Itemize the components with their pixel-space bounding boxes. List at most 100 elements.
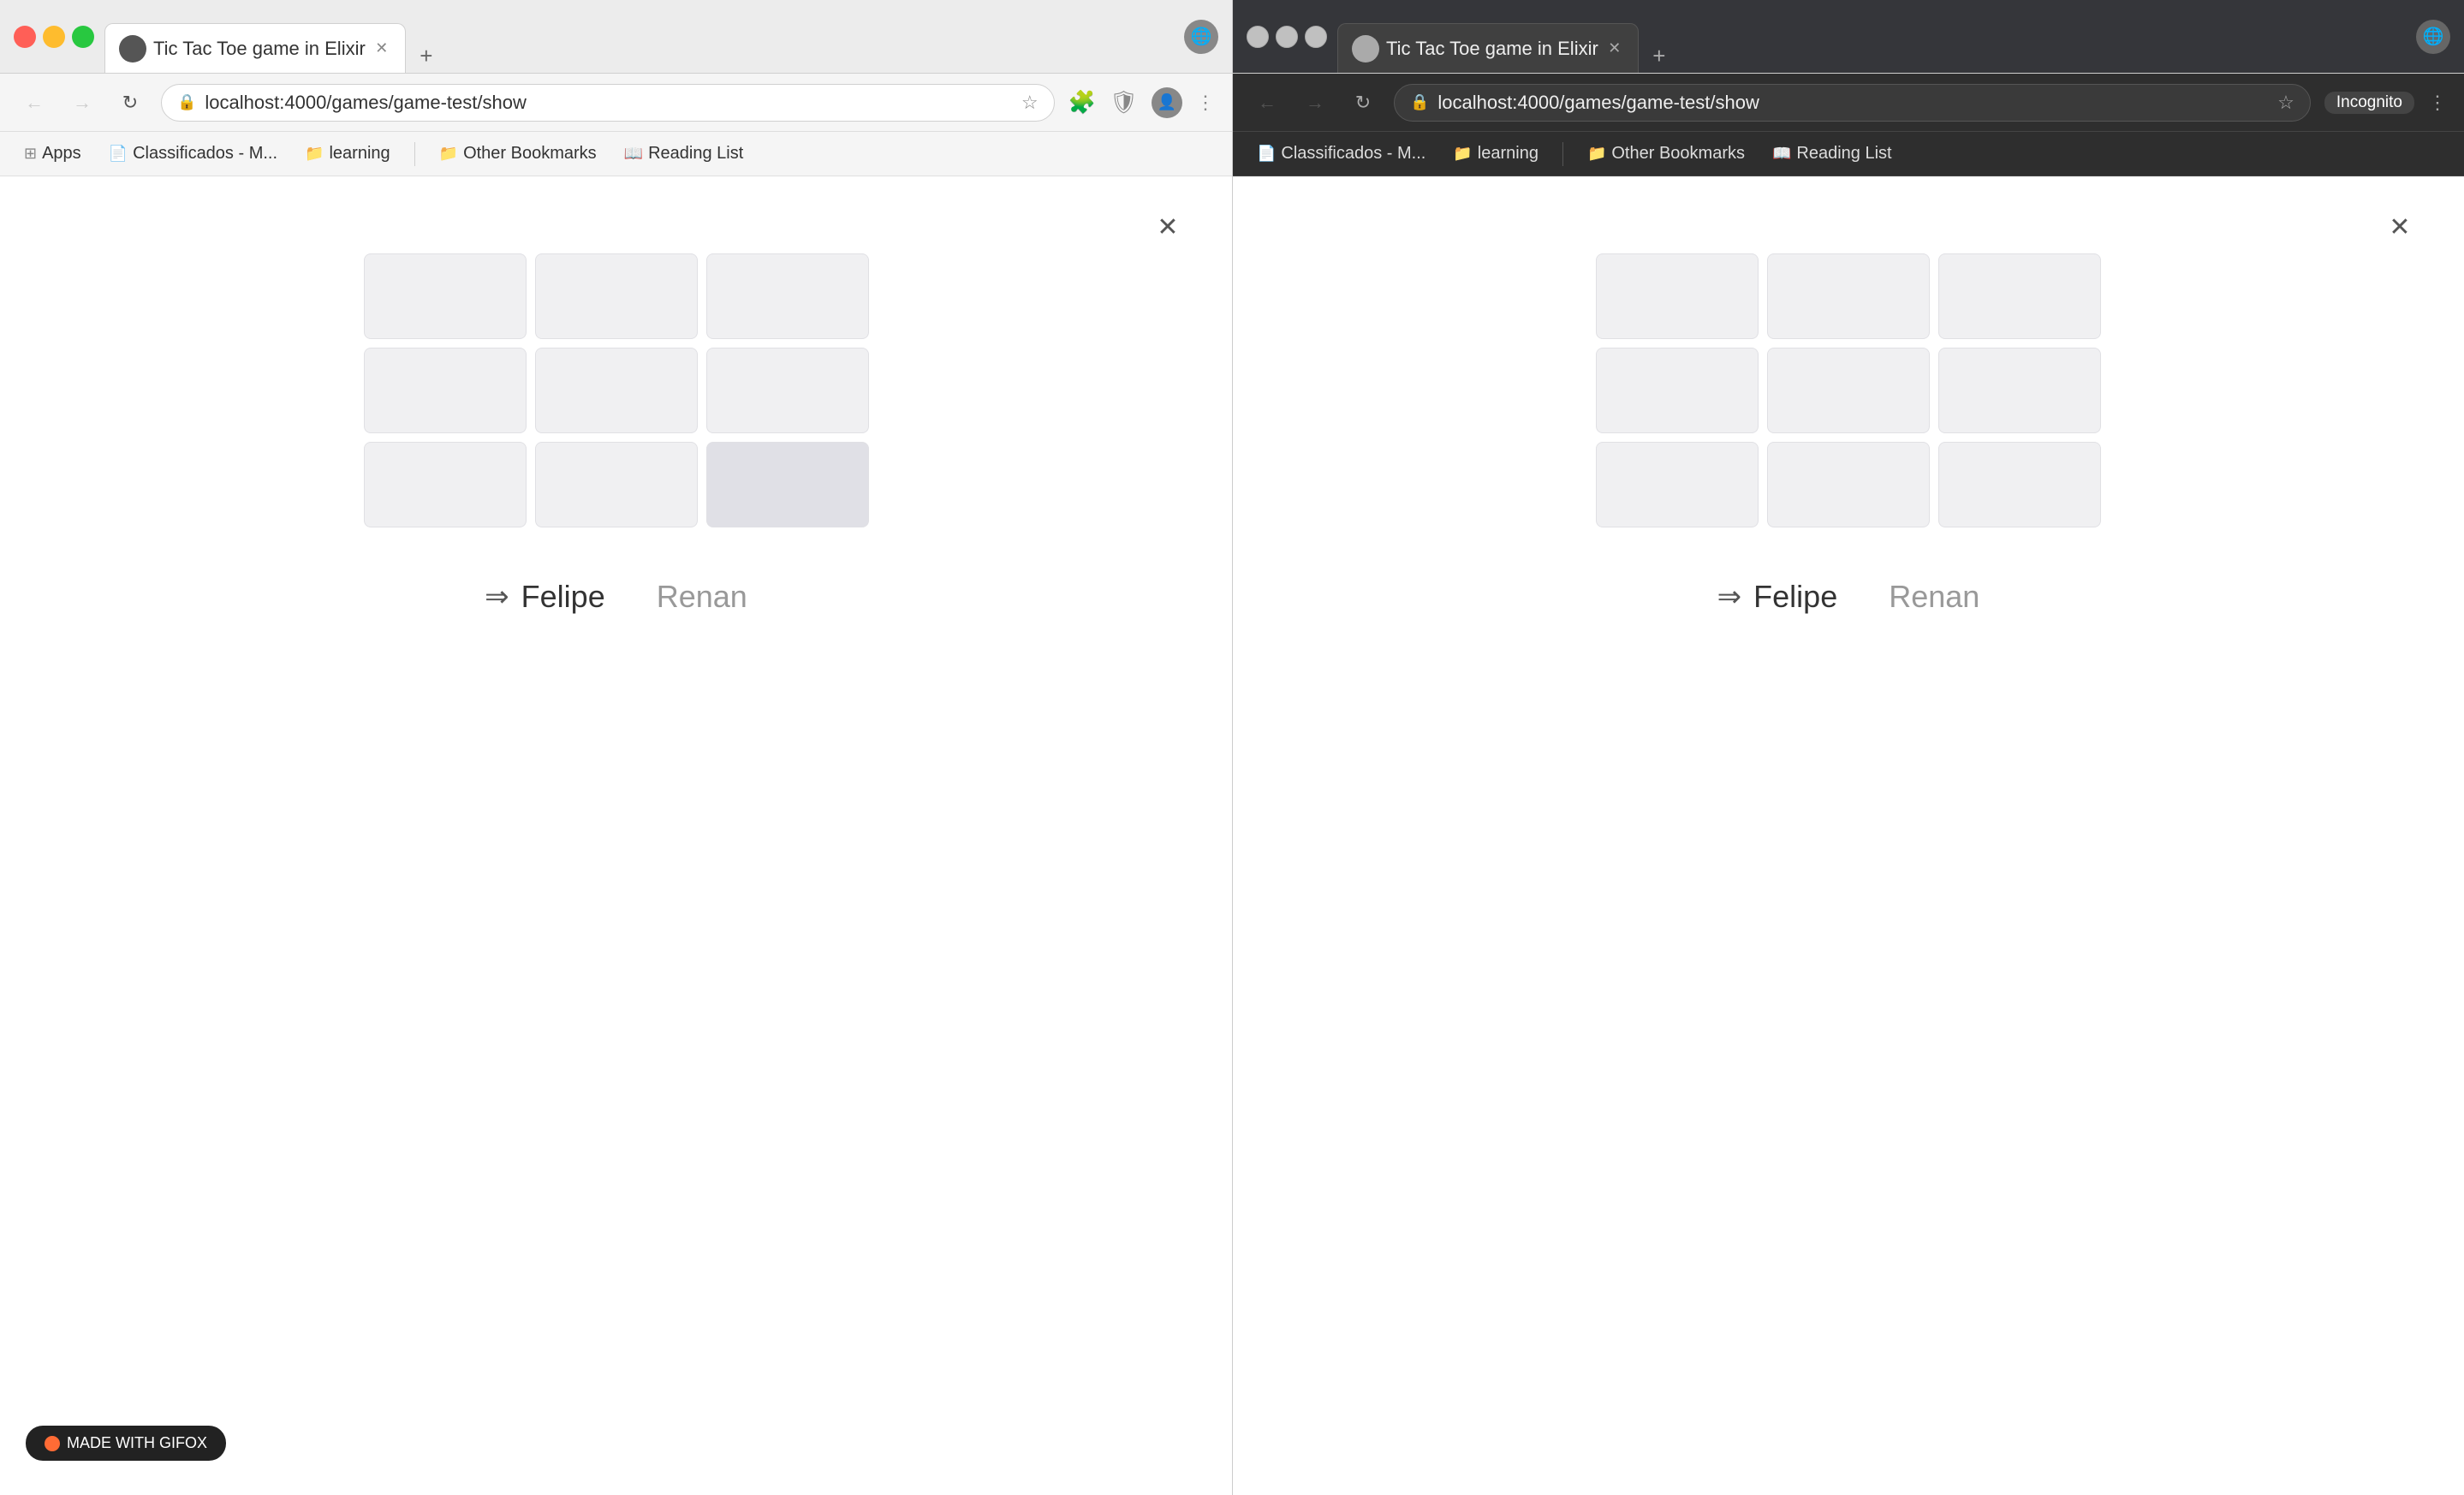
menu-icon-left[interactable]: ⋮ <box>1196 92 1215 114</box>
lock-icon-left: 🔒 <box>177 93 196 111</box>
ttt-cell-2-left[interactable] <box>706 253 869 339</box>
classificados-icon: 📄 <box>109 145 128 163</box>
other-player-name-left: Renan <box>657 579 747 615</box>
maximize-traffic-light[interactable] <box>72 26 94 48</box>
bookmark-reading-label-left: Reading List <box>648 144 743 164</box>
current-player-name-left: Felipe <box>521 579 605 615</box>
title-bar-left: Tic Tac Toe game in Elixir ✕ + 🌐 <box>0 0 1232 74</box>
refresh-button-right[interactable]: ↻ <box>1346 86 1380 120</box>
active-tab-right[interactable]: Tic Tac Toe game in Elixir ✕ <box>1337 23 1639 73</box>
reading-list-icon-right: 📖 <box>1772 145 1791 163</box>
bookmark-other-left[interactable]: 📁 Other Bookmarks <box>432 140 604 167</box>
game-area-right: ⇒ Felipe Renan <box>1233 176 2464 1495</box>
bookmark-star-right[interactable]: ☆ <box>2277 92 2294 114</box>
current-player-right: ⇒ Felipe <box>1717 579 1838 615</box>
bookmark-apps[interactable]: ⊞ Apps <box>17 140 88 167</box>
other-player-name-right: Renan <box>1889 579 1979 615</box>
incognito-badge: Incognito <box>2324 92 2414 114</box>
current-player-arrow-right: ⇒ <box>1717 580 1742 614</box>
close-traffic-light-right[interactable] <box>1247 26 1269 48</box>
forward-button-right[interactable]: → <box>1298 86 1332 120</box>
bookmark-reading-left[interactable]: 📖 Reading List <box>617 140 751 167</box>
bookmark-other-right[interactable]: 📁 Other Bookmarks <box>1580 140 1752 167</box>
address-field-left[interactable]: 🔒 localhost:4000/games/game-test/show ☆ <box>161 84 1055 122</box>
ttt-cell-4-left[interactable] <box>535 348 698 433</box>
address-field-right[interactable]: 🔒 localhost:4000/games/game-test/show ☆ <box>1394 84 2311 122</box>
bookmark-reading-right[interactable]: 📖 Reading List <box>1765 140 1899 167</box>
ttt-cell-0-left[interactable] <box>364 253 527 339</box>
bookmark-apps-label: Apps <box>42 144 81 164</box>
learning-icon: 📁 <box>305 145 324 163</box>
bookmark-reading-label-right: Reading List <box>1796 144 1891 164</box>
tab-title-right: Tic Tac Toe game in Elixir <box>1386 38 1598 60</box>
bookmark-classificados-label-right: Classificados - M... <box>1281 144 1425 164</box>
ttt-cell-8-left[interactable] <box>706 442 869 527</box>
lock-icon-right: 🔒 <box>1410 93 1429 111</box>
bookmark-other-label-left: Other Bookmarks <box>463 144 597 164</box>
bookmarks-separator-right <box>1562 142 1563 166</box>
page-close-button-right[interactable]: ✕ <box>2378 205 2421 248</box>
classificados-icon-right: 📄 <box>1257 145 1276 163</box>
forward-button-left[interactable]: → <box>65 86 99 120</box>
close-traffic-light[interactable] <box>14 26 36 48</box>
ttt-cell-5-right[interactable] <box>1938 348 2101 433</box>
page-close-button-left[interactable]: ✕ <box>1146 205 1189 248</box>
bookmark-classificados[interactable]: 📄 Classificados - M... <box>102 140 284 167</box>
minimize-traffic-light-right[interactable] <box>1276 26 1298 48</box>
tab-close-right[interactable]: ✕ <box>1605 39 1624 58</box>
ttt-cell-8-right[interactable] <box>1938 442 2101 527</box>
left-browser-window: Tic Tac Toe game in Elixir ✕ + 🌐 ← → ↻ 🔒… <box>0 0 1233 1495</box>
ttt-cell-3-right[interactable] <box>1596 348 1759 433</box>
ttt-cell-6-left[interactable] <box>364 442 527 527</box>
reading-list-icon-left: 📖 <box>624 145 643 163</box>
apps-icon: ⊞ <box>24 145 37 163</box>
bookmark-learning[interactable]: 📁 learning <box>298 140 397 167</box>
url-text-right: localhost:4000/games/game-test/show <box>1437 92 2269 114</box>
ttt-cell-3-left[interactable] <box>364 348 527 433</box>
bookmark-learning-right[interactable]: 📁 learning <box>1446 140 1545 167</box>
page-content-right: ✕ ⇒ Felipe Renan <box>1233 176 2464 1495</box>
ttt-cell-5-left[interactable] <box>706 348 869 433</box>
current-player-left: ⇒ Felipe <box>485 579 605 615</box>
ttt-cell-4-right[interactable] <box>1767 348 1930 433</box>
ttt-cell-7-left[interactable] <box>535 442 698 527</box>
ttt-cell-7-right[interactable] <box>1767 442 1930 527</box>
avatar-left[interactable]: 👤 <box>1152 87 1182 118</box>
traffic-lights-right <box>1247 26 1327 48</box>
title-bar-right: Tic Tac Toe game in Elixir ✕ + 🌐 <box>1233 0 2464 74</box>
address-bar-left: ← → ↻ 🔒 localhost:4000/games/game-test/s… <box>0 74 1232 132</box>
right-browser-window: Tic Tac Toe game in Elixir ✕ + 🌐 ← → ↻ 🔒… <box>1233 0 2464 1495</box>
bookmark-other-label-right: Other Bookmarks <box>1611 144 1745 164</box>
ttt-cell-2-right[interactable] <box>1938 253 2101 339</box>
gifox-dot <box>45 1436 60 1451</box>
learning-icon-right: 📁 <box>1453 145 1472 163</box>
tab-favicon-right <box>1352 35 1379 63</box>
game-area-left: ⇒ Felipe Renan <box>0 176 1232 1495</box>
tab-close-left[interactable]: ✕ <box>372 39 391 58</box>
players-row-left: ⇒ Felipe Renan <box>485 579 747 615</box>
ttt-grid-right <box>1596 253 2101 527</box>
bookmarks-bar-right: 📄 Classificados - M... 📁 learning 📁 Othe… <box>1233 132 2464 176</box>
menu-icon-right[interactable]: ⋮ <box>2428 92 2447 114</box>
ttt-cell-1-left[interactable] <box>535 253 698 339</box>
ttt-cell-6-right[interactable] <box>1596 442 1759 527</box>
ttt-cell-0-right[interactable] <box>1596 253 1759 339</box>
extension-icon-left[interactable]: 🧩 <box>1068 89 1096 116</box>
maximize-traffic-light-right[interactable] <box>1305 26 1327 48</box>
bookmark-star-left[interactable]: ☆ <box>1021 92 1039 114</box>
tab-bar-left: Tic Tac Toe game in Elixir ✕ + <box>104 0 1174 73</box>
minimize-traffic-light[interactable] <box>43 26 65 48</box>
traffic-lights-left <box>14 26 94 48</box>
shields-icon-left[interactable]: 🛡 <box>1110 89 1138 116</box>
back-button-right[interactable]: ← <box>1250 86 1284 120</box>
gifox-badge: MADE WITH GIFOX <box>26 1426 226 1461</box>
new-tab-button-right[interactable]: + <box>1642 39 1676 73</box>
bookmark-classificados-right[interactable]: 📄 Classificados - M... <box>1250 140 1432 167</box>
bookmark-learning-label: learning <box>329 144 390 164</box>
refresh-button-left[interactable]: ↻ <box>113 86 147 120</box>
active-tab-left[interactable]: Tic Tac Toe game in Elixir ✕ <box>104 23 406 73</box>
new-tab-button-left[interactable]: + <box>409 39 443 73</box>
tab-title-left: Tic Tac Toe game in Elixir <box>153 38 366 60</box>
ttt-cell-1-right[interactable] <box>1767 253 1930 339</box>
back-button-left[interactable]: ← <box>17 86 51 120</box>
